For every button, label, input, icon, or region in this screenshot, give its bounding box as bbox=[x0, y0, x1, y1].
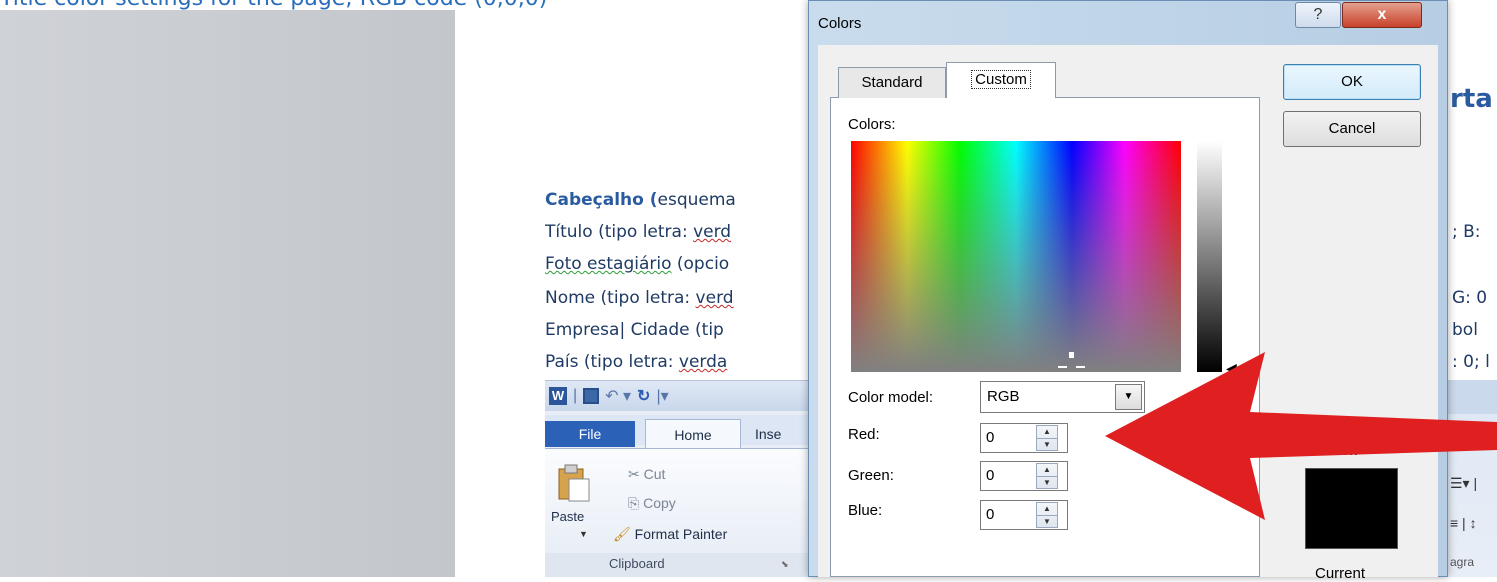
word-ribbon-image: W | ↶ ▾ ↻ |▾ File Home Inse Paste ▼ ✂ Cu… bbox=[545, 380, 813, 577]
cut-button[interactable]: ✂ Cut bbox=[628, 466, 665, 483]
clipboard-group-bar bbox=[545, 553, 813, 577]
quick-access-toolbar: W | ↶ ▾ ↻ |▾ bbox=[545, 381, 813, 411]
doc-title-fragment: rta bbox=[1450, 84, 1493, 114]
color-model-label: Color model: bbox=[848, 389, 934, 406]
undo-icon[interactable]: ↶ ▾ bbox=[605, 386, 631, 406]
paintbrush-icon: 🖌 bbox=[613, 526, 635, 542]
doc-line-pais: País (tipo letra: verda bbox=[545, 352, 728, 372]
colors-label: Colors: bbox=[848, 116, 896, 133]
cancel-button[interactable]: Cancel bbox=[1283, 111, 1421, 147]
doc-right-fragment-3: bol bbox=[1452, 320, 1478, 340]
close-button[interactable]: x bbox=[1342, 2, 1422, 28]
color-spectrum[interactable] bbox=[851, 141, 1181, 372]
copy-button[interactable]: ⎘ Copy bbox=[628, 495, 676, 512]
customize-qat-icon[interactable]: |▾ bbox=[656, 386, 668, 406]
clipboard-icon[interactable] bbox=[557, 463, 591, 503]
doc-line-nome: Nome (tipo letra: verd bbox=[545, 288, 734, 308]
doc-line-empresa: Empresa| Cidade (tip bbox=[545, 320, 724, 340]
doc-line-cabecalho: Cabeçalho (esquema bbox=[545, 190, 736, 210]
green-spinner[interactable]: ▲ ▼ bbox=[1036, 463, 1058, 489]
tab-standard[interactable]: Standard bbox=[838, 67, 946, 98]
doc-right-fragment-1: ; B: bbox=[1452, 222, 1481, 242]
dialog-launcher-icon[interactable]: ⬊ bbox=[781, 559, 789, 570]
red-label: Red: bbox=[848, 426, 880, 443]
doc-line-titulo: Título (tipo letra: verd bbox=[545, 222, 732, 242]
redo-icon[interactable]: ↻ bbox=[637, 386, 650, 406]
save-icon[interactable] bbox=[583, 388, 600, 404]
format-painter-button[interactable]: 🖌 Format Painter bbox=[613, 526, 727, 543]
copy-icon: ⎘ bbox=[628, 495, 644, 511]
word-app-icon: W bbox=[549, 387, 567, 405]
separator: | bbox=[573, 387, 578, 404]
paragraph-group-label: agra bbox=[1450, 555, 1475, 569]
red-spinner[interactable]: ▲ ▼ bbox=[1036, 425, 1058, 451]
blue-label: Blue: bbox=[848, 502, 883, 519]
paste-button-label[interactable]: Paste bbox=[551, 509, 584, 524]
luminance-slider[interactable] bbox=[1197, 141, 1222, 372]
doc-line-foto: Foto estagiário (opcio bbox=[545, 254, 730, 274]
blue-spinner[interactable]: ▲ ▼ bbox=[1036, 502, 1058, 528]
red-arrow-icon bbox=[1105, 352, 1497, 520]
clipboard-group-label: Clipboard bbox=[609, 556, 665, 571]
chevron-down-icon[interactable]: ▼ bbox=[579, 529, 588, 539]
help-button[interactable]: ? bbox=[1295, 2, 1341, 28]
dialog-title: Colors bbox=[818, 15, 862, 32]
doc-right-fragment-2: G: 0 bbox=[1452, 288, 1488, 308]
tab-file[interactable]: File bbox=[545, 421, 635, 447]
current-color-label: Current bbox=[1315, 565, 1366, 582]
scissors-icon: ✂ bbox=[628, 466, 644, 482]
left-background bbox=[0, 10, 455, 577]
green-label: Green: bbox=[848, 467, 894, 484]
tab-home[interactable]: Home bbox=[645, 419, 741, 449]
ok-button[interactable]: OK bbox=[1283, 64, 1421, 100]
crosshair-icon[interactable] bbox=[1052, 350, 1092, 372]
tab-custom[interactable]: Custom bbox=[946, 62, 1056, 98]
tab-insert[interactable]: Inse bbox=[755, 419, 813, 447]
